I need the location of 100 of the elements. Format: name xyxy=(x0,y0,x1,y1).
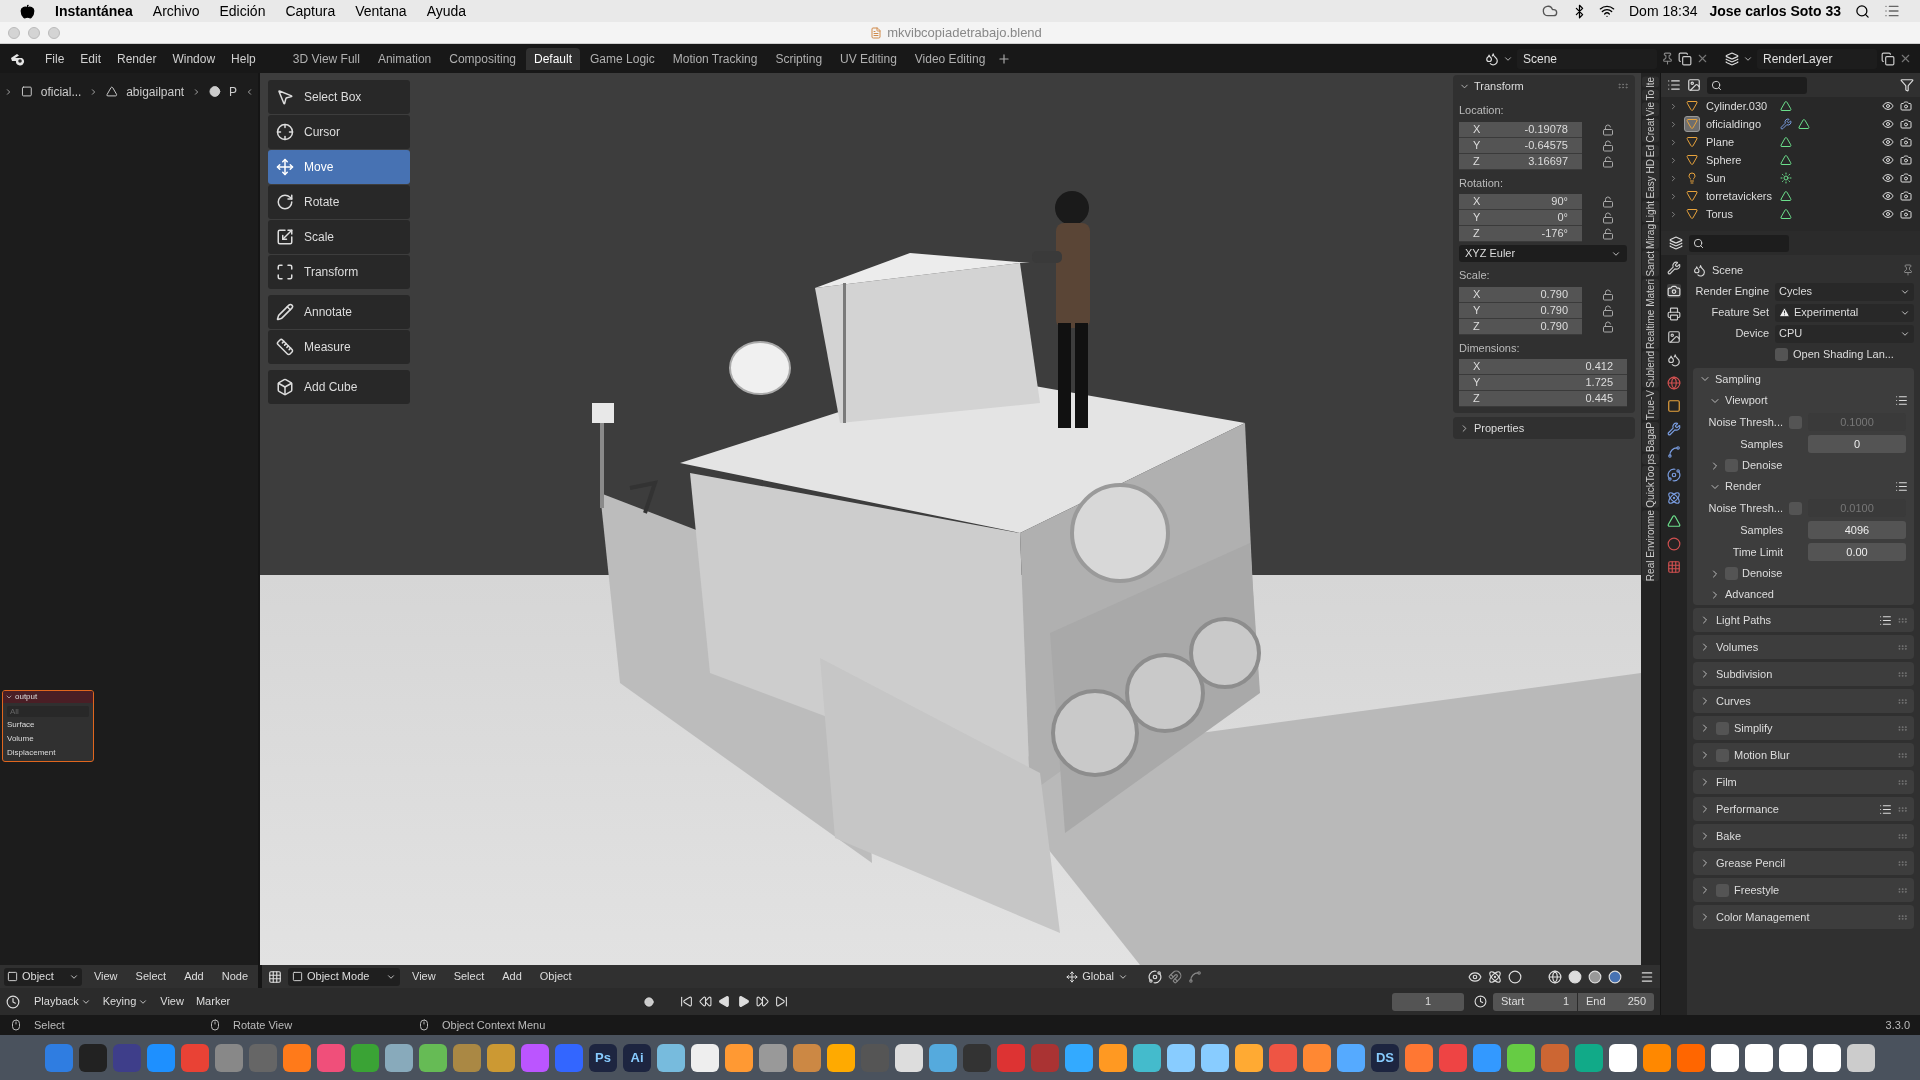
dock-app-icon[interactable] xyxy=(1507,1043,1535,1072)
visibility-icon[interactable] xyxy=(1468,969,1482,984)
rendered-shading-icon[interactable] xyxy=(1608,969,1622,984)
tool-button[interactable]: Transform xyxy=(268,255,410,289)
jump-start-icon[interactable] xyxy=(680,995,694,1008)
subpanel-title[interactable]: Denoise xyxy=(1742,565,1783,582)
sidebar-toggle-icon[interactable] xyxy=(1640,969,1654,984)
editor-type-icon[interactable] xyxy=(1669,236,1683,250)
menu-item[interactable]: Keying xyxy=(96,993,155,1010)
workspace-tab[interactable]: Compositing xyxy=(441,47,524,70)
apple-icon[interactable] xyxy=(20,3,35,19)
sidebar-tab[interactable]: ps xyxy=(1642,453,1659,465)
menu-icon[interactable] xyxy=(1884,3,1900,19)
dock-app-icon[interactable] xyxy=(657,1043,685,1072)
close-icon[interactable] xyxy=(1696,52,1709,65)
panel-header[interactable]: Grease Pencil xyxy=(1693,851,1914,875)
mode-dropdown[interactable]: Object Mode xyxy=(288,967,400,986)
menu-item[interactable]: Captura xyxy=(285,0,336,22)
panel-header[interactable]: Simplify xyxy=(1693,716,1914,740)
tool-button[interactable]: Move xyxy=(268,150,410,184)
mesh-data-icon[interactable] xyxy=(1667,514,1681,528)
dock-app-icon[interactable]: Ai xyxy=(623,1043,651,1072)
sidebar-tab[interactable]: Realtime Materi xyxy=(1642,278,1659,349)
dock-app-icon[interactable]: Ps xyxy=(589,1043,617,1072)
world-icon[interactable] xyxy=(1667,376,1681,390)
render-visibility-icon[interactable] xyxy=(1900,100,1912,112)
copy-icon[interactable] xyxy=(1678,51,1692,66)
output-icon[interactable] xyxy=(1667,307,1681,321)
cloud-icon[interactable] xyxy=(1542,3,1558,19)
menu-item[interactable]: View xyxy=(154,993,190,1010)
menu-item[interactable]: Instantánea xyxy=(55,0,133,22)
outliner-row[interactable]: Sun xyxy=(1661,169,1920,187)
dock-app-icon[interactable] xyxy=(1745,1043,1773,1072)
sidebar-tab[interactable]: Creat xyxy=(1642,118,1659,143)
visibility-icon[interactable] xyxy=(1882,208,1894,220)
menu-item[interactable]: Add xyxy=(496,968,528,985)
number-field[interactable]: Z 0.445 xyxy=(1459,391,1627,407)
number-field[interactable]: X 90° xyxy=(1459,194,1582,210)
dock-app-icon[interactable] xyxy=(1167,1043,1195,1072)
render-visibility-icon[interactable] xyxy=(1900,118,1912,130)
unlock-icon[interactable] xyxy=(1602,212,1614,224)
number-field[interactable]: X 0.790 xyxy=(1459,286,1582,303)
panel-header[interactable]: Volumes xyxy=(1693,635,1914,659)
view-layer-icon[interactable] xyxy=(1725,51,1739,66)
panel-header[interactable]: Freestyle xyxy=(1693,878,1914,902)
dock-app-icon[interactable] xyxy=(419,1043,447,1072)
dock-app-icon[interactable] xyxy=(1609,1043,1637,1072)
sidebar-tab[interactable]: Ed xyxy=(1642,144,1659,158)
menu-item[interactable]: Object xyxy=(533,968,578,985)
view-layer-field[interactable]: RenderLayer xyxy=(1757,48,1877,69)
editor-type-icon[interactable] xyxy=(268,969,282,984)
visibility-icon[interactable] xyxy=(1882,100,1894,112)
modifier-icon[interactable] xyxy=(1667,422,1681,436)
workspace-tab[interactable]: Video Editing xyxy=(906,47,994,70)
current-frame-field[interactable]: 1 xyxy=(1392,992,1464,1011)
visibility-icon[interactable] xyxy=(1882,190,1894,202)
tool-button[interactable]: Add Cube xyxy=(268,370,410,404)
number-field[interactable]: X 0.412 xyxy=(1459,359,1627,375)
user-name[interactable]: Jose carlos Soto 33 xyxy=(1709,0,1841,22)
render-visibility-icon[interactable] xyxy=(1900,208,1912,220)
tool-button[interactable]: Cursor xyxy=(268,115,410,149)
presets-icon[interactable] xyxy=(1895,394,1908,407)
clock-text[interactable]: Dom 18:34 xyxy=(1629,0,1698,22)
checkbox[interactable] xyxy=(1775,348,1788,361)
pivot-icon[interactable] xyxy=(1148,969,1162,984)
rotation-mode-dropdown[interactable]: XYZ Euler xyxy=(1459,245,1627,262)
dock-app-icon[interactable] xyxy=(1847,1043,1875,1072)
dock-app-icon[interactable]: DS xyxy=(1371,1043,1399,1072)
dock-app-icon[interactable] xyxy=(691,1043,719,1072)
render-visibility-icon[interactable] xyxy=(1900,136,1912,148)
unlock-icon[interactable] xyxy=(1602,304,1614,317)
workspace-tab[interactable]: Scripting xyxy=(767,47,831,70)
number-field[interactable]: X -0.19078 xyxy=(1459,121,1582,138)
dock-app-icon[interactable] xyxy=(1133,1043,1161,1072)
outliner-row[interactable]: Cylinder.030 xyxy=(1661,97,1920,115)
solid-shading-icon[interactable] xyxy=(1568,969,1582,984)
dock-app-icon[interactable] xyxy=(1779,1043,1807,1072)
copy-icon[interactable] xyxy=(1881,51,1895,66)
breadcrumb-item[interactable]: oficial... xyxy=(40,82,82,101)
subpanel-title[interactable]: Denoise xyxy=(1742,457,1783,474)
menu-item[interactable]: Select xyxy=(447,968,491,985)
sidebar-tab[interactable]: Easy HD xyxy=(1642,159,1659,199)
search-field[interactable] xyxy=(1707,76,1807,94)
panel-header[interactable]: Curves xyxy=(1693,689,1914,713)
number-field[interactable]: 0 xyxy=(1808,435,1906,453)
end-frame-field[interactable]: End 250 xyxy=(1578,992,1654,1011)
dock-app-icon[interactable] xyxy=(1099,1043,1127,1072)
panel-header[interactable]: Light Paths xyxy=(1693,608,1914,632)
sidebar-tab[interactable]: lte xyxy=(1642,77,1659,88)
view-layer-icon[interactable] xyxy=(1687,78,1701,92)
tool-button[interactable]: Select Box xyxy=(268,80,410,114)
outliner-row[interactable]: Plane xyxy=(1661,133,1920,151)
unlock-icon[interactable] xyxy=(1602,139,1614,152)
menu-item[interactable]: Edición xyxy=(219,0,266,22)
orientation-dropdown[interactable]: Global xyxy=(1062,967,1132,986)
snap-icon[interactable] xyxy=(1168,969,1182,984)
render-visibility-icon[interactable] xyxy=(1900,154,1912,166)
jump-end-icon[interactable] xyxy=(775,995,789,1008)
visibility-icon[interactable] xyxy=(1882,136,1894,148)
output-node[interactable]: output All Surface Volume Displacement xyxy=(2,690,94,762)
